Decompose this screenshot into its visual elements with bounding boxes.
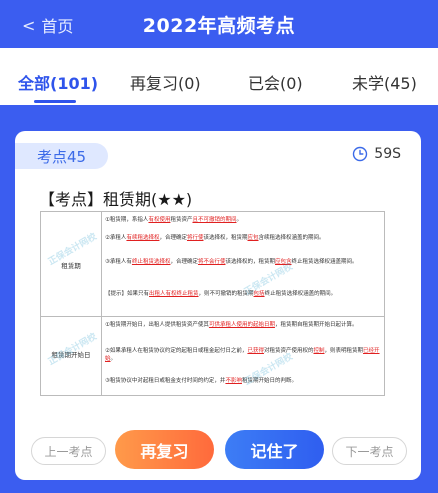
exam-point-title: 【考点】租赁期(★★) [39,190,193,209]
table-row: 租赁期 ①租赁期，系指人有权使用租赁资产且不可撤销的期间。 ②承租人有续租选择权… [41,212,384,317]
highlighted-term: 且不可撤销的期间 [192,217,237,223]
remembered-button[interactable]: 记住了 [225,430,324,469]
timer: 59S [352,146,401,162]
table-text: 终止租赁选择权涵盖的期间。 [264,291,337,297]
table-text: 【提示】如果只有 [105,291,150,297]
table-text: 该选择权，租赁期 [203,235,248,241]
page-title: 2022年高频考点 [142,15,296,37]
table-text: ①租赁期开始日，出租人提供租赁资产使其 [105,322,209,328]
highlighted-term: 终止租赁选择权 [131,259,171,265]
table-text: 。 [110,356,117,362]
table-text: ③承租人有 [105,259,132,265]
table-line: ②如果承租人在租赁协议约定的起租日或租金起付日之前，已获得对租赁资产使用权的控制… [105,347,380,363]
table-line: ②承租人有续租选择权，合理确定将行使该选择权，租赁期应包含续租选择权涵盖的期间。 [105,234,380,242]
table-text: ②承租人 [105,235,127,241]
table-text: ，则表明租赁期 [324,348,363,354]
table-text: ②如果承租人在租赁协议约定的起租日或租金起付日之前， [105,348,248,354]
table-line: ③承租人有终止租赁选择权，合理确定将不会行使该选择权的，租赁期应包含终止租赁选择… [105,258,380,266]
highlighted-term: 将行使 [186,235,204,241]
exam-point-badge: 考点45 [15,143,108,169]
tab-review-again[interactable]: 再复习(0) [130,70,201,94]
table-text: 租赁资产 [170,217,193,223]
highlighted-term: 将不会行使 [197,259,226,265]
prev-point-button[interactable]: 上一考点 [31,437,106,465]
review-again-button[interactable]: 再复习 [115,430,214,469]
table-row: 租赁期开始日 ①租赁期开始日，出租人提供租赁资产使其可供承租人使用的起始日期，租… [41,317,384,395]
active-tab-indicator [34,100,76,103]
table-text: 含续租选择权涵盖的期间。 [258,235,325,241]
table-text: ，合理确定 [159,235,187,241]
table-text: ，合理确定 [170,259,198,265]
table-text: 该选择权的，租赁期 [225,259,275,265]
app-header: < 首页 2022年高频考点 [0,0,438,48]
table-line: ①租赁期开始日，出租人提供租赁资产使其可供承租人使用的起始日期，租赁期自租赁期开… [105,321,380,329]
timer-value: 59S [374,146,401,162]
highlighted-term: 控制 [313,348,325,354]
clock-icon [353,146,368,162]
next-point-button[interactable]: 下一考点 [332,437,407,465]
table-line: ①租赁期，系指人有权使用租赁资产且不可撤销的期间。 [105,216,380,224]
table-text: 终止租赁选择权涵盖期间。 [291,259,358,265]
highlighted-term: 不影响 [225,378,242,384]
highlighted-term: 有续租选择权 [126,235,160,241]
highlighted-term: 已获得 [247,348,264,354]
tab-all[interactable]: 全部(101) [18,70,98,94]
highlighted-term: 有权使用 [148,217,171,223]
tab-bar: 全部(101) 再复习(0) 已会(0) 未学(45) [0,48,438,105]
highlighted-term: 出租人有权终止租赁 [149,291,199,297]
highlighted-term: 可供承租人使用的起始日期 [208,322,275,328]
table-text: 。 [236,217,242,223]
exam-point-card: 考点45 59S 【考点】租赁期(★★) 租赁期 ①租赁期，系指人有权使用租赁资… [15,131,421,480]
highlighted-term: 应包 [247,235,259,241]
table-text: ①租赁期，系指人 [105,217,149,223]
table-text: ③租赁协议中对起租日或租金支付时间的约定，并 [105,378,226,384]
table-divider [101,212,102,395]
table-line: 【提示】如果只有出租人有权终止租赁，则不可撤销的租赁期包括终止租赁选择权涵盖的期… [105,290,380,298]
lecture-table-image: 租赁期 ①租赁期，系指人有权使用租赁资产且不可撤销的期间。 ②承租人有续租选择权… [40,211,385,396]
table-text: ，租赁期自租赁期开始日起计算。 [274,322,358,328]
tab-mastered[interactable]: 已会(0) [248,70,303,94]
tab-unlearned[interactable]: 未学(45) [352,70,417,94]
